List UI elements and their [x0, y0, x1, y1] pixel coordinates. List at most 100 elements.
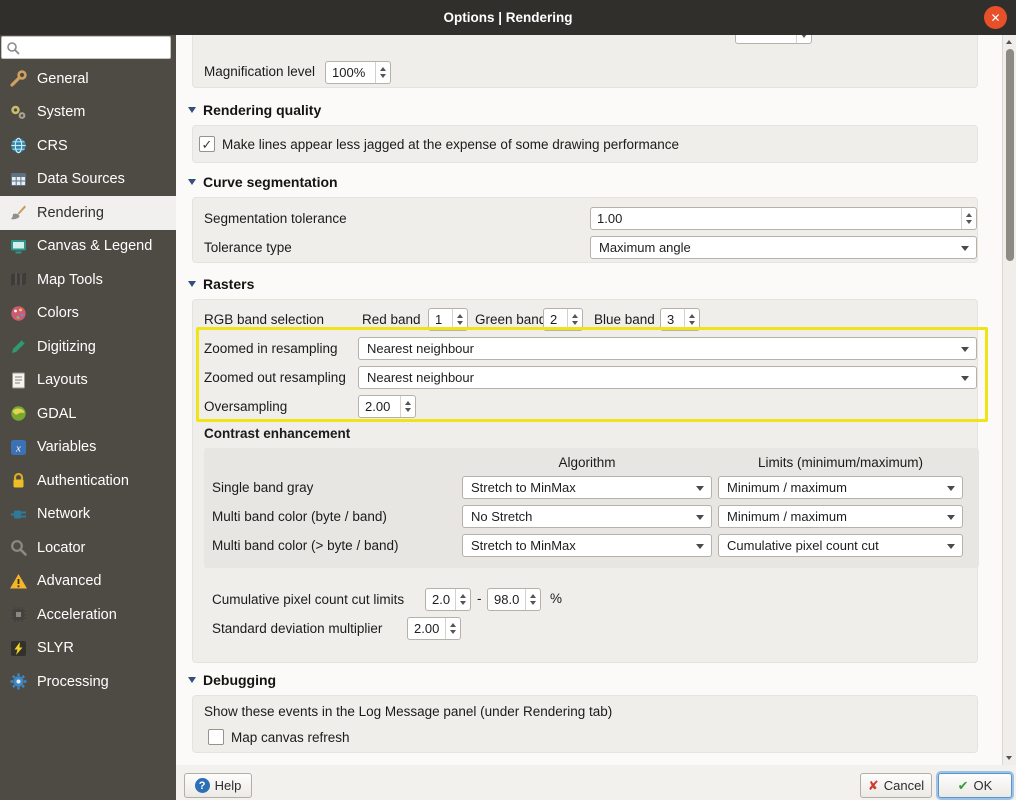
sidebar-item-layouts[interactable]: Layouts — [0, 364, 176, 398]
sidebar-item-colors[interactable]: Colors — [0, 297, 176, 331]
spinner-buttons[interactable] — [961, 208, 976, 229]
spin-up-icon[interactable] — [457, 314, 463, 318]
spin-down-icon[interactable] — [801, 35, 807, 38]
sidebar-item-locator[interactable]: Locator — [0, 531, 176, 565]
sidebar-items: General System CRS Data Sources Renderin… — [0, 62, 176, 699]
spin-up-icon[interactable] — [405, 401, 411, 405]
multi-band-gt-byte-algorithm-dropdown[interactable]: Stretch to MinMax — [462, 534, 712, 557]
collapse-arrow-icon — [188, 179, 196, 185]
help-button-label: Help — [214, 778, 242, 793]
scrollbar-thumb[interactable] — [1006, 49, 1014, 261]
single-band-gray-algorithm-dropdown[interactable]: Stretch to MinMax — [462, 476, 712, 499]
vertical-scrollbar[interactable] — [1002, 35, 1016, 765]
red-band-spinbox[interactable]: 1 — [428, 308, 468, 331]
spinner-buttons[interactable] — [684, 309, 699, 330]
sidebar-item-canvas-legend[interactable]: Canvas & Legend — [0, 230, 176, 264]
partial-spinbox[interactable] — [735, 35, 812, 44]
section-rendering-quality[interactable]: Rendering quality — [188, 102, 321, 118]
spin-up-icon[interactable] — [689, 314, 695, 318]
spin-down-icon[interactable] — [689, 321, 695, 325]
spin-up-icon[interactable] — [966, 213, 972, 217]
spin-up-icon[interactable] — [572, 314, 578, 318]
map-canvas-refresh-checkbox[interactable]: ✓ — [208, 729, 224, 745]
sidebar-item-acceleration[interactable]: Acceleration — [0, 598, 176, 632]
antialias-checkbox[interactable]: ✓ — [199, 136, 215, 152]
section-rasters[interactable]: Rasters — [188, 276, 254, 292]
multi-band-byte-limits-dropdown[interactable]: Minimum / maximum — [718, 505, 963, 528]
spinner-buttons[interactable] — [452, 309, 467, 330]
dropdown-value: Cumulative pixel count cut — [727, 538, 879, 553]
green-band-spinbox[interactable]: 2 — [543, 308, 583, 331]
dropdown-value: Stretch to MinMax — [471, 480, 576, 495]
titlebar: Options | Rendering ✕ — [0, 0, 1016, 35]
spin-down-icon[interactable] — [380, 74, 386, 78]
spinner-buttons[interactable] — [375, 62, 390, 83]
zoomed-out-resampling-dropdown[interactable]: Nearest neighbour — [358, 366, 977, 389]
sidebar-item-crs[interactable]: CRS — [0, 129, 176, 163]
spinner-buttons[interactable] — [567, 309, 582, 330]
search-input[interactable] — [24, 40, 166, 55]
gear-icon — [10, 673, 27, 690]
single-band-gray-limits-dropdown[interactable]: Minimum / maximum — [718, 476, 963, 499]
spin-down-icon[interactable] — [457, 321, 463, 325]
sidebar-item-network[interactable]: Network — [0, 498, 176, 532]
sidebar-item-data-sources[interactable]: Data Sources — [0, 163, 176, 197]
sidebar-item-advanced[interactable]: Advanced — [0, 565, 176, 599]
spin-down-icon[interactable] — [966, 220, 972, 224]
spin-up-icon[interactable] — [530, 594, 536, 598]
segmentation-tolerance-spinbox[interactable]: 1.00 — [590, 207, 977, 230]
close-button[interactable]: ✕ — [984, 6, 1007, 29]
collapse-arrow-icon — [188, 281, 196, 287]
spin-down-icon[interactable] — [450, 630, 456, 634]
blue-band-spinbox[interactable]: 3 — [660, 308, 700, 331]
sidebar-item-system[interactable]: System — [0, 96, 176, 130]
tolerance-type-dropdown[interactable]: Maximum angle — [590, 236, 977, 259]
footer-button-bar: ? Help ✘ Cancel ✔ OK — [176, 765, 1016, 800]
multi-band-byte-algorithm-dropdown[interactable]: No Stretch — [462, 505, 712, 528]
spin-down-icon[interactable] — [530, 601, 536, 605]
sidebar-item-general[interactable]: General — [0, 62, 176, 96]
cancel-button[interactable]: ✘ Cancel — [860, 773, 932, 798]
spin-down-icon[interactable] — [572, 321, 578, 325]
sidebar-item-map-tools[interactable]: Map Tools — [0, 263, 176, 297]
spin-up-icon[interactable] — [460, 594, 466, 598]
section-debugging[interactable]: Debugging — [188, 672, 276, 688]
help-button[interactable]: ? Help — [184, 773, 252, 798]
multi-band-gt-byte-limits-dropdown[interactable]: Cumulative pixel count cut — [718, 534, 963, 557]
spin-up-icon[interactable] — [380, 67, 386, 71]
spin-down-icon[interactable] — [405, 408, 411, 412]
paintbrush-icon — [11, 205, 26, 220]
sidebar-item-gdal[interactable]: GDAL — [0, 397, 176, 431]
spin-down-icon[interactable] — [460, 601, 466, 605]
cumulative-min-spinbox[interactable]: 2.0 — [425, 588, 471, 611]
ok-button[interactable]: ✔ OK — [938, 773, 1012, 798]
cumulative-max-spinbox[interactable]: 98.0 — [487, 588, 541, 611]
dropdown-value: Minimum / maximum — [727, 509, 847, 524]
zoomed-in-resampling-dropdown[interactable]: Nearest neighbour — [358, 337, 977, 360]
section-curve-segmentation[interactable]: Curve segmentation — [188, 174, 338, 190]
spinner-buttons[interactable] — [400, 396, 415, 417]
sidebar-item-authentication[interactable]: Authentication — [0, 464, 176, 498]
section-title: Rendering quality — [203, 102, 322, 118]
stddev-multiplier-spinbox[interactable]: 2.00 — [407, 617, 461, 640]
magnification-spinbox[interactable]: 100% — [325, 61, 391, 84]
sidebar-item-slyr[interactable]: SLYR — [0, 632, 176, 666]
group-box-application-partial — [192, 35, 978, 88]
spinner-buttons[interactable] — [455, 589, 470, 610]
sidebar-item-digitizing[interactable]: Digitizing — [0, 330, 176, 364]
blue-band-label: Blue band — [594, 312, 655, 327]
sidebar-item-rendering[interactable]: Rendering — [0, 196, 176, 230]
sidebar-item-variables[interactable]: x Variables — [0, 431, 176, 465]
oversampling-spinbox[interactable]: 2.00 — [358, 395, 416, 418]
sidebar-item-label: Canvas & Legend — [37, 238, 153, 255]
sidebar-item-processing[interactable]: Processing — [0, 665, 176, 699]
spinner-buttons[interactable] — [796, 35, 811, 43]
scroll-up-icon[interactable] — [1006, 40, 1012, 44]
sidebar-item-label: General — [37, 70, 89, 87]
scroll-down-icon[interactable] — [1006, 756, 1012, 760]
spin-up-icon[interactable] — [450, 623, 456, 627]
spinner-buttons[interactable] — [525, 589, 540, 610]
spinner-buttons[interactable] — [445, 618, 460, 639]
sidebar-item-label: Network — [37, 506, 91, 523]
search-box[interactable] — [1, 36, 171, 59]
